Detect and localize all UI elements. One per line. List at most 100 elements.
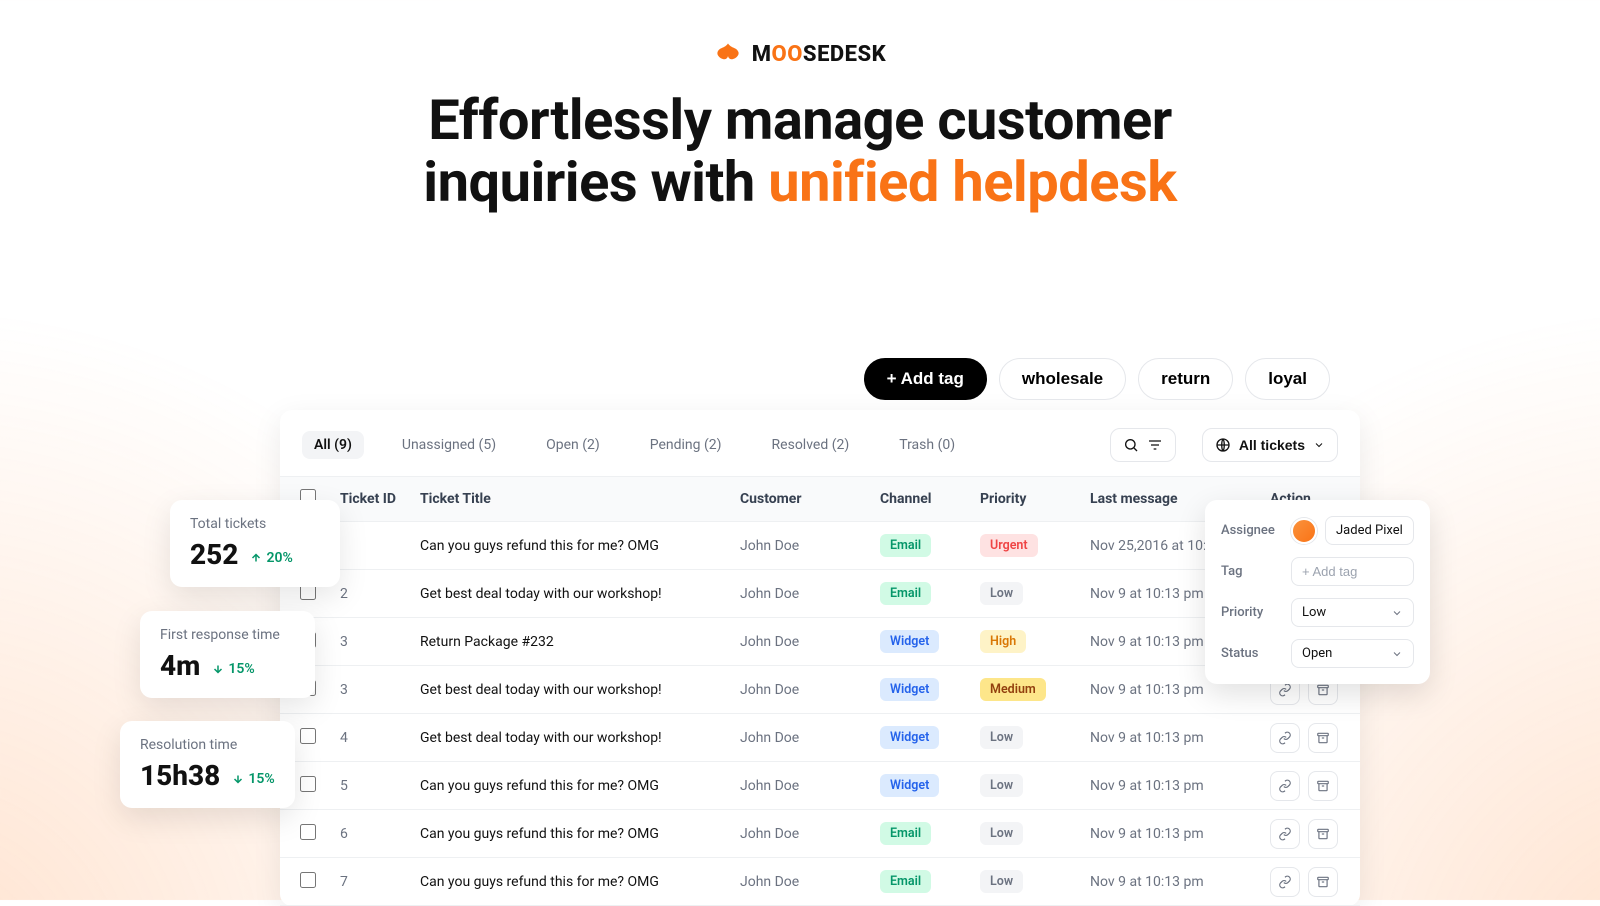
globe-icon <box>1215 437 1231 453</box>
tag-button-loyal[interactable]: loyal <box>1245 358 1330 400</box>
channel-badge: Email <box>880 822 931 845</box>
stat-value: 4m <box>160 649 200 682</box>
channel-badge: Email <box>880 534 931 557</box>
cell-customer: John Doe <box>740 538 880 554</box>
table-row[interactable]: 6Can you guys refund this for me? OMGJoh… <box>280 810 1360 858</box>
row-link-button[interactable] <box>1270 771 1300 801</box>
col-channel: Channel <box>880 491 980 507</box>
row-archive-button[interactable] <box>1308 723 1338 753</box>
chevron-down-icon <box>1391 607 1403 619</box>
cell-last-message: Nov 9 at 10:13 pm <box>1090 826 1270 842</box>
channel-badge: Widget <box>880 774 939 797</box>
cell-last-message: Nov 9 at 10:13 pm <box>1090 778 1270 794</box>
tag-label: Tag <box>1221 564 1281 579</box>
row-archive-button[interactable] <box>1308 771 1338 801</box>
cell-last-message: Nov 9 at 10:13 pm <box>1090 730 1270 746</box>
col-priority: Priority <box>980 491 1090 507</box>
row-checkbox[interactable] <box>300 728 316 744</box>
tag-button-return[interactable]: return <box>1138 358 1233 400</box>
table-header: Ticket ID Ticket Title Customer Channel … <box>280 476 1360 522</box>
cell-customer: John Doe <box>740 586 880 602</box>
priority-badge: Low <box>980 726 1023 749</box>
cell-ticket-id: 4 <box>340 730 420 746</box>
stat-delta: 20% <box>250 550 292 566</box>
table-row[interactable]: 2Get best deal today with our workshop!J… <box>280 570 1360 618</box>
tabs-bar: All (9) Unassigned (5) Open (2) Pending … <box>280 428 1360 476</box>
channel-badge: Email <box>880 870 931 893</box>
tag-button-wholesale[interactable]: wholesale <box>999 358 1126 400</box>
page-headline: Effortlessly manage customer inquiries w… <box>0 90 1600 213</box>
tab-resolved[interactable]: Resolved (2) <box>760 431 862 459</box>
row-checkbox[interactable] <box>300 872 316 888</box>
all-tickets-dropdown[interactable]: All tickets <box>1202 428 1338 462</box>
cell-customer: John Doe <box>740 682 880 698</box>
table-row[interactable]: 4Get best deal today with our workshop!J… <box>280 714 1360 762</box>
search-filter-button[interactable] <box>1110 428 1176 462</box>
row-checkbox[interactable] <box>300 776 316 792</box>
cell-ticket-id: 3 <box>340 634 420 650</box>
stat-label: Total tickets <box>190 516 320 532</box>
brand-header: MOOSEDESK <box>0 0 1600 68</box>
col-title: Ticket Title <box>420 491 740 507</box>
stat-total-tickets: Total tickets 252 20% <box>170 500 340 587</box>
priority-select[interactable]: Low <box>1291 598 1414 627</box>
status-select[interactable]: Open <box>1291 639 1414 668</box>
tab-unassigned[interactable]: Unassigned (5) <box>390 431 508 459</box>
assignee-value[interactable]: Jaded Pixel <box>1325 516 1414 545</box>
search-icon <box>1123 437 1139 453</box>
stat-label: Resolution time <box>140 737 275 753</box>
priority-badge: Urgent <box>980 534 1038 557</box>
cell-customer: John Doe <box>740 874 880 890</box>
priority-badge: Low <box>980 870 1023 893</box>
cell-title: Can you guys refund this for me? OMG <box>420 874 740 890</box>
priority-badge: Low <box>980 822 1023 845</box>
cell-title: Can you guys refund this for me? OMG <box>420 778 740 794</box>
priority-badge: High <box>980 630 1026 653</box>
table-row[interactable]: 5Can you guys refund this for me? OMGJoh… <box>280 762 1360 810</box>
stat-value: 252 <box>190 538 238 571</box>
priority-badge: Low <box>980 582 1023 605</box>
row-link-button[interactable] <box>1270 867 1300 897</box>
row-archive-button[interactable] <box>1308 867 1338 897</box>
table-row[interactable]: 7Can you guys refund this for me? OMGJoh… <box>280 858 1360 906</box>
cell-customer: John Doe <box>740 730 880 746</box>
channel-badge: Widget <box>880 726 939 749</box>
cell-ticket-id: 2 <box>340 586 420 602</box>
table-row[interactable]: 3Return Package #232John DoeWidgetHighNo… <box>280 618 1360 666</box>
row-link-button[interactable] <box>1270 723 1300 753</box>
row-link-button[interactable] <box>1270 819 1300 849</box>
cell-last-message: Nov 9 at 10:13 pm <box>1090 874 1270 890</box>
add-tag-button[interactable]: + Add tag <box>864 358 987 400</box>
row-archive-button[interactable] <box>1308 819 1338 849</box>
cell-title: Get best deal today with our workshop! <box>420 730 740 746</box>
ticket-details-popover: Assignee Jaded Pixel Tag Priority Low St… <box>1205 500 1430 684</box>
cell-ticket-id: 3 <box>340 682 420 698</box>
ticket-panel: All (9) Unassigned (5) Open (2) Pending … <box>280 410 1360 906</box>
status-label: Status <box>1221 646 1281 661</box>
table-row[interactable]: Can you guys refund this for me? OMGJohn… <box>280 522 1360 570</box>
tag-row: + Add tag wholesale return loyal <box>864 358 1330 400</box>
cell-title: Can you guys refund this for me? OMG <box>420 538 740 554</box>
priority-badge: Low <box>980 774 1023 797</box>
tag-input[interactable] <box>1291 557 1414 586</box>
chevron-down-icon <box>1313 439 1325 451</box>
channel-badge: Widget <box>880 630 939 653</box>
cell-title: Get best deal today with our workshop! <box>420 682 740 698</box>
cell-title: Return Package #232 <box>420 634 740 650</box>
table-row[interactable]: 3Get best deal today with our workshop!J… <box>280 666 1360 714</box>
cell-ticket-id: 5 <box>340 778 420 794</box>
brand-name: MOOSEDESK <box>752 42 886 67</box>
row-checkbox[interactable] <box>300 824 316 840</box>
filter-icon <box>1147 437 1163 453</box>
arrow-down-icon <box>232 773 244 785</box>
tab-trash[interactable]: Trash (0) <box>887 431 967 459</box>
cell-ticket-id: 7 <box>340 874 420 890</box>
cell-customer: John Doe <box>740 634 880 650</box>
arrow-down-icon <box>212 663 224 675</box>
stat-delta: 15% <box>212 661 254 677</box>
tab-open[interactable]: Open (2) <box>534 431 612 459</box>
tab-pending[interactable]: Pending (2) <box>638 431 734 459</box>
cell-title: Can you guys refund this for me? OMG <box>420 826 740 842</box>
arrow-up-icon <box>250 552 262 564</box>
tab-all[interactable]: All (9) <box>302 431 364 459</box>
